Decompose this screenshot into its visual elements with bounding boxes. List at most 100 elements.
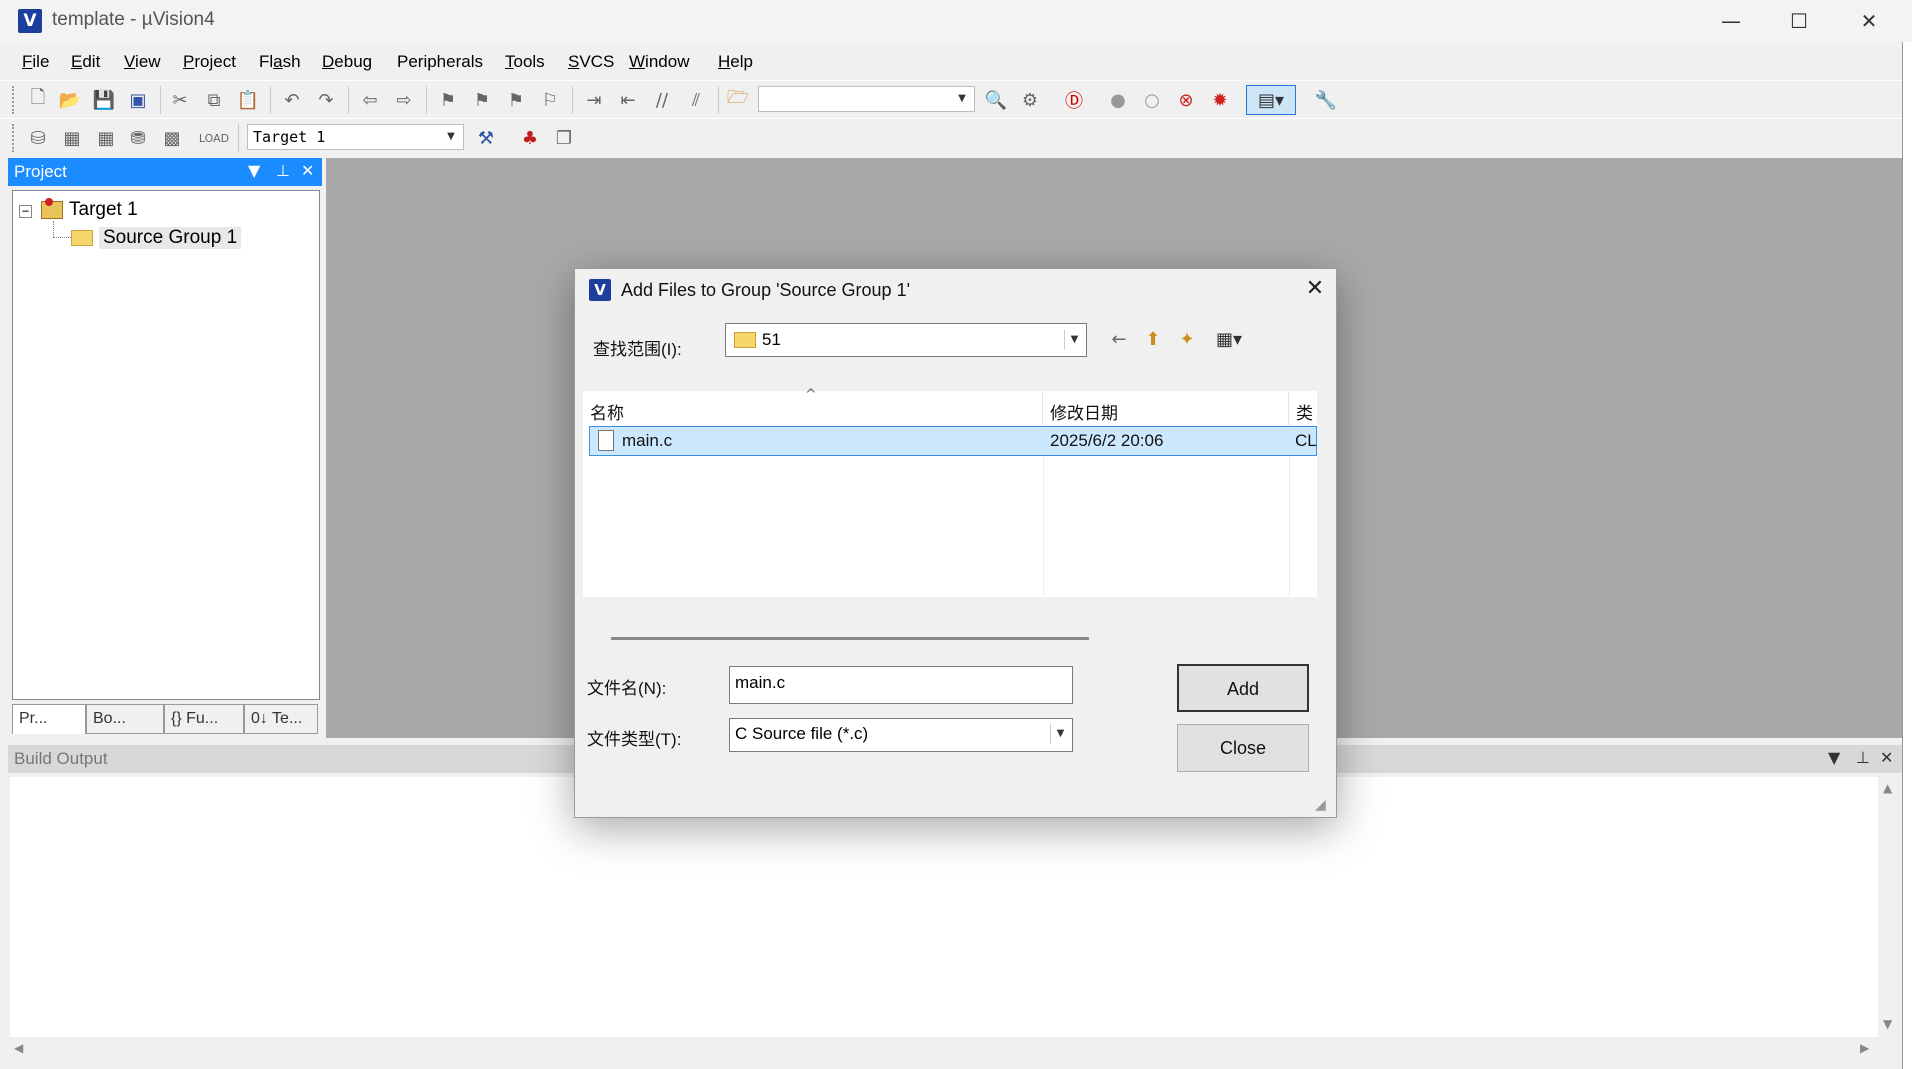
chevron-down-icon[interactable]: ▼ [952,89,972,109]
next-bookmark-icon[interactable]: ⚑ [502,86,530,114]
batch-build-icon[interactable]: ⛃ [124,124,152,152]
file-row[interactable]: main.c 2025/6/2 20:06 CL [589,426,1317,456]
file-name-cell: main.c [622,431,673,450]
toolbar-grip[interactable] [12,124,16,152]
menu-help[interactable]: Help [718,52,753,72]
redo-icon[interactable]: ↷ [312,86,340,114]
undo-icon[interactable]: ↶ [278,86,306,114]
rebuild-icon[interactable]: ▦ [92,124,120,152]
menu-svcs[interactable]: SVCS [568,52,614,72]
column-header-date[interactable]: 修改日期 [1043,391,1289,425]
file-type-select[interactable]: C Source file (*.c) ▼ [729,718,1073,752]
scroll-up-icon[interactable]: ▲ [1883,781,1892,795]
menu-tools[interactable]: Tools [505,52,545,72]
minimize-button[interactable]: — [1696,0,1766,42]
translate-icon[interactable]: ⛁ [24,124,52,152]
target-options-icon[interactable]: ⚒ [472,124,500,152]
debug-session-icon[interactable]: Ⓓ [1060,86,1088,114]
target-select[interactable]: Target 1 ▼ [247,124,464,150]
cut-icon[interactable]: ✂ [166,86,194,114]
uvision-app-icon: V [18,9,42,33]
new-file-icon[interactable]: 🗋 [24,86,52,114]
chevron-down-icon[interactable]: ▼ [441,127,461,147]
incremental-find-icon[interactable]: ⚙ [1016,86,1044,114]
back-arrow-icon[interactable]: ← [1105,326,1133,354]
pin-icon[interactable]: ⊥ [276,161,290,180]
menu-peripherals[interactable]: Peripherals [397,52,483,72]
collapse-icon[interactable]: − [19,205,32,218]
maximize-button[interactable]: ☐ [1764,0,1834,42]
insert-bookmark-icon[interactable]: ⚑ [434,86,462,114]
find-combo[interactable]: ▼ [758,86,975,112]
menu-window[interactable]: Window [629,52,689,72]
select-packet-icon[interactable]: ❐ [550,124,578,152]
clear-bookmarks-icon[interactable]: ⚐ [536,86,564,114]
file-name-input[interactable]: main.c [729,666,1073,704]
dialog-title: Add Files to Group 'Source Group 1' [621,280,911,300]
scroll-down-icon[interactable]: ▼ [1883,1017,1892,1031]
chevron-down-icon[interactable]: ▼ [1050,724,1070,744]
menu-debug[interactable]: Debug [322,52,372,72]
panel-dropdown-icon[interactable]: ▼ [248,161,260,180]
tab-functions[interactable]: {} Fu... [164,704,244,734]
menu-view[interactable]: View [124,52,161,72]
horizontal-scroll-thumb[interactable] [611,637,1089,640]
comment-icon[interactable]: // [648,86,676,114]
horizontal-scrollbar[interactable]: ◀ ▶ [10,1037,1878,1059]
tab-books[interactable]: Bo... [86,704,164,734]
tree-item-source-group[interactable]: Source Group 1 [71,225,242,251]
column-header-type[interactable]: 类 [1289,391,1317,425]
indent-icon[interactable]: ⇥ [580,86,608,114]
navigate-back-icon[interactable]: ⇦ [356,86,384,114]
scroll-right-icon[interactable]: ▶ [1860,1041,1869,1055]
menu-flash[interactable]: Flash [259,52,301,72]
manage-components-icon[interactable]: ♣ [516,124,544,152]
configuration-icon[interactable]: 🔧 [1312,86,1340,114]
kill-breakpoints-icon[interactable]: ✹ [1206,86,1234,114]
insert-breakpoint-icon[interactable]: ● [1104,86,1132,114]
menu-file[interactable]: File [22,52,49,72]
save-all-icon[interactable]: ▣ [124,86,152,114]
enable-breakpoint-icon[interactable]: ○ [1138,86,1166,114]
unindent-icon[interactable]: ⇤ [614,86,642,114]
look-in-combo[interactable]: 51 ▼ [725,323,1087,357]
menu-project[interactable]: Project [183,52,236,72]
close-panel-icon[interactable]: ✕ [301,161,314,180]
navigate-forward-icon[interactable]: ⇨ [390,86,418,114]
paste-icon[interactable]: 📋 [234,86,262,114]
toolbar-grip[interactable] [12,86,16,114]
new-folder-icon[interactable]: ✦ [1173,326,1201,354]
tab-templates[interactable]: 0↓ Te... [244,704,318,734]
vertical-scrollbar[interactable]: ▲ ▼ [1878,777,1900,1037]
find-icon[interactable]: 🔍 [982,86,1010,114]
build-icon[interactable]: ▦ [58,124,86,152]
column-header-name[interactable]: 名称 ^ [583,387,1043,425]
add-files-dialog: V Add Files to Group 'Source Group 1' ✕ … [574,268,1337,818]
close-button[interactable]: Close [1177,724,1309,772]
stop-build-icon[interactable]: ▩ [158,124,186,152]
save-icon[interactable]: 💾 [90,86,118,114]
up-folder-icon[interactable]: ⬆ [1139,326,1167,354]
scroll-left-icon[interactable]: ◀ [14,1041,23,1055]
previous-bookmark-icon[interactable]: ⚑ [468,86,496,114]
chevron-down-icon[interactable]: ▼ [1064,330,1084,350]
close-window-button[interactable]: ✕ [1834,0,1904,42]
download-icon[interactable]: LOAD [199,124,229,152]
uncomment-icon[interactable]: ⫽ [682,86,710,114]
dialog-close-button[interactable]: ✕ [1297,273,1333,305]
window-layout-icon[interactable]: ▤▾ [1246,85,1296,115]
menu-edit[interactable]: Edit [71,52,100,72]
copy-icon[interactable]: ⧉ [200,86,228,114]
disable-breakpoints-icon[interactable]: ⊗ [1172,86,1200,114]
find-in-files-icon[interactable]: 🗁 [724,86,752,114]
resize-grip-icon[interactable]: ◢ [1315,797,1333,815]
tab-project[interactable]: Pr... [12,704,86,734]
pin-icon[interactable]: ⊥ [1856,748,1870,767]
add-button[interactable]: Add [1177,664,1309,712]
open-file-icon[interactable]: 📂 [56,86,84,114]
view-menu-icon[interactable]: ▦▾ [1207,326,1251,354]
panel-dropdown-icon[interactable]: ▼ [1828,748,1840,767]
close-panel-icon[interactable]: ✕ [1880,748,1893,767]
tree-item-target[interactable]: Target 1 [41,197,138,223]
file-list[interactable]: 名称 ^ 修改日期 类 main.c 2025/6/2 20:06 CL [583,387,1317,597]
